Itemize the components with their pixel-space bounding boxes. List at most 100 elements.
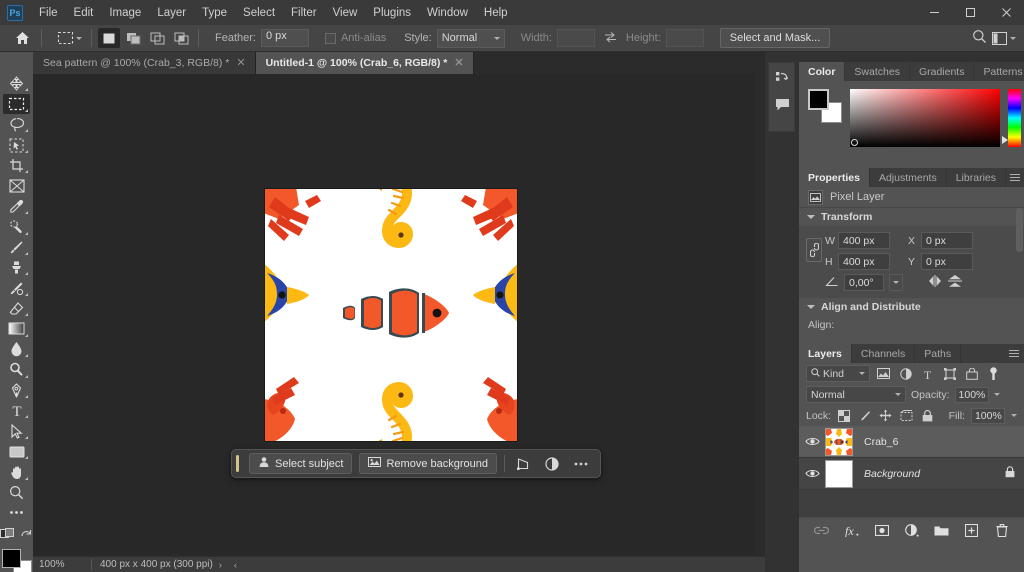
color-panel-swatches[interactable] (808, 89, 842, 123)
layer-lock-icon[interactable] (1005, 466, 1015, 481)
color-field-cursor[interactable] (851, 139, 858, 146)
frame-tool[interactable] (3, 176, 30, 195)
artboard[interactable] (264, 188, 518, 442)
minimize-button[interactable] (916, 0, 952, 25)
fill-value[interactable]: 100% (970, 407, 1005, 424)
tab-patterns[interactable]: Patterns (974, 62, 1024, 81)
spot-healing-brush-tool[interactable] (3, 217, 30, 236)
color-field[interactable] (850, 89, 1000, 147)
transform-icon[interactable] (512, 453, 534, 474)
canvas-vertical-scrollbar[interactable] (754, 74, 765, 555)
layer-visibility-toggle[interactable] (799, 436, 825, 447)
add-layer-mask-icon[interactable] (873, 522, 890, 539)
lock-image-pixels-icon[interactable] (858, 408, 873, 423)
filter-toggle-icon[interactable] (985, 365, 1002, 382)
width-field[interactable]: 400 px (838, 232, 890, 249)
height-field[interactable]: 400 px (838, 253, 890, 270)
history-brush-tool[interactable] (3, 278, 30, 297)
lasso-tool[interactable] (3, 115, 30, 134)
tab-layers[interactable]: Layers (799, 344, 852, 363)
clone-stamp-tool[interactable] (3, 258, 30, 277)
new-layer-icon[interactable] (963, 522, 980, 539)
add-to-selection-button[interactable] (122, 28, 144, 48)
y-field[interactable]: 0 px (921, 253, 973, 270)
menu-filter[interactable]: Filter (283, 3, 325, 23)
tab-color[interactable]: Color (799, 62, 846, 81)
style-select[interactable]: Normal (436, 28, 505, 48)
quick-mask-icon[interactable] (0, 527, 15, 543)
dodge-tool[interactable] (3, 360, 30, 379)
filter-pixel-icon[interactable] (875, 365, 892, 382)
remove-background-button[interactable]: Remove background (359, 453, 497, 474)
home-icon[interactable] (9, 27, 35, 49)
select-and-mask-button[interactable]: Select and Mask... (719, 28, 831, 48)
eraser-tool[interactable] (3, 299, 30, 318)
eyedropper-tool[interactable] (3, 197, 30, 216)
chevron-down-icon[interactable] (1010, 414, 1017, 417)
path-selection-tool[interactable] (3, 421, 30, 440)
antialias-checkbox[interactable] (324, 32, 336, 44)
type-tool[interactable]: T (3, 401, 30, 420)
align-section-header[interactable]: Align and Distribute (799, 298, 1024, 316)
lock-artboard-nesting-icon[interactable] (899, 408, 914, 423)
tool-preset-picker[interactable] (54, 29, 85, 48)
tab-channels[interactable]: Channels (852, 344, 916, 363)
feather-input[interactable]: 0 px (260, 29, 309, 47)
flip-horizontal-icon[interactable] (927, 275, 943, 290)
foreground-color-swatch[interactable] (1, 548, 21, 568)
filter-smart-object-icon[interactable] (963, 365, 980, 382)
tab-gradients[interactable]: Gradients (910, 62, 975, 81)
status-collapse-arrow[interactable]: ‹ (228, 560, 243, 570)
menu-type[interactable]: Type (194, 3, 235, 23)
width-input[interactable] (556, 29, 595, 47)
taskbar-drag-handle[interactable] (236, 455, 239, 472)
swap-width-height-icon[interactable] (604, 31, 617, 46)
zoom-tool[interactable] (3, 483, 30, 502)
hue-marker[interactable] (1002, 136, 1008, 144)
lock-position-icon[interactable] (879, 408, 894, 423)
opacity-value[interactable]: 100% (954, 386, 989, 403)
object-selection-tool[interactable] (3, 135, 30, 154)
gradient-tool[interactable] (3, 319, 30, 338)
filter-kind-select[interactable]: Kind (806, 365, 870, 382)
properties-scrollbar[interactable] (1016, 208, 1023, 252)
history-icon[interactable] (769, 63, 796, 91)
filter-type-icon[interactable]: T (919, 365, 936, 382)
angle-dropdown[interactable] (889, 274, 903, 291)
menu-image[interactable]: Image (101, 3, 149, 23)
blend-mode-select[interactable]: Normal (806, 386, 906, 403)
hue-strip[interactable] (1002, 89, 1021, 147)
filter-adjustment-icon[interactable] (897, 365, 914, 382)
search-icon[interactable] (972, 29, 987, 47)
more-options-icon[interactable] (570, 453, 592, 474)
foreground-background-color[interactable] (1, 548, 32, 572)
menu-edit[interactable]: Edit (66, 3, 102, 23)
tab-properties[interactable]: Properties (799, 168, 870, 187)
crop-tool[interactable] (3, 156, 30, 175)
edit-toolbar-tool[interactable] (3, 503, 30, 522)
close-button[interactable] (988, 0, 1024, 25)
tab-swatches[interactable]: Swatches (845, 62, 910, 81)
filter-shape-icon[interactable] (941, 365, 958, 382)
height-input[interactable] (665, 29, 704, 47)
lock-transparent-pixels-icon[interactable] (837, 408, 852, 423)
x-field[interactable]: 0 px (921, 232, 973, 249)
tab-adjustments[interactable]: Adjustments (870, 168, 947, 187)
close-icon[interactable]: ✕ (236, 57, 245, 69)
pen-tool[interactable] (3, 381, 30, 400)
rectangle-tool[interactable] (3, 442, 30, 461)
zoom-level[interactable]: 100% (33, 559, 91, 570)
angle-field[interactable]: 0,00° (844, 274, 884, 291)
brush-tool[interactable] (3, 238, 30, 257)
link-wh-icon[interactable] (806, 238, 822, 262)
menu-help[interactable]: Help (476, 3, 516, 23)
subtract-from-selection-button[interactable] (146, 28, 168, 48)
flip-vertical-icon[interactable] (948, 274, 962, 291)
transform-section-header[interactable]: Transform (799, 208, 1024, 226)
tab-paths[interactable]: Paths (915, 344, 962, 363)
delete-layer-icon[interactable] (993, 522, 1010, 539)
screen-mode-icon[interactable] (20, 527, 33, 543)
tab-libraries[interactable]: Libraries (947, 168, 1006, 187)
select-subject-button[interactable]: Select subject (249, 453, 353, 474)
adjustment-half-circle-icon[interactable] (541, 453, 563, 474)
